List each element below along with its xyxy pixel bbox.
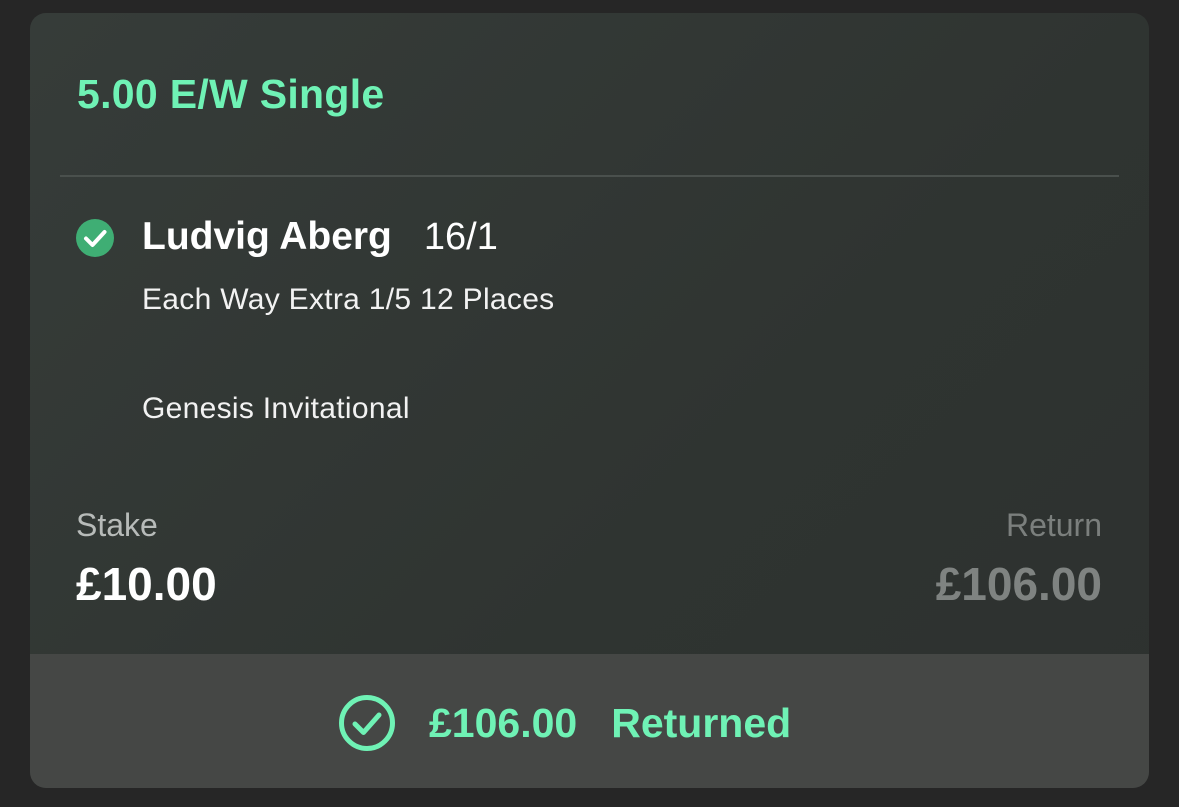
event-name: Genesis Invitational <box>142 392 410 425</box>
stake-value: £10.00 <box>76 558 217 610</box>
selection-odds: 16/1 <box>423 216 498 258</box>
result-summary: £106.00 Returned <box>338 694 791 752</box>
returned-status: Returned <box>611 699 792 746</box>
result-footer: £106.00 Returned <box>30 654 1149 788</box>
selection-name: Ludvig Aberg <box>142 215 392 258</box>
check-circle-filled-icon <box>76 219 114 257</box>
market-name: Each Way Extra 1/5 12 Places <box>142 283 555 316</box>
bet-type-title: 5.00 E/W Single <box>77 71 385 117</box>
stake-label: Stake <box>76 507 158 543</box>
return-value: £106.00 <box>935 558 1102 610</box>
check-circle-outline-icon <box>339 695 395 751</box>
returned-amount: £106.00 <box>429 699 578 746</box>
selection-row: Ludvig Aberg 16/1 <box>142 215 498 259</box>
return-label: Return <box>1005 507 1102 543</box>
bet-card: 5.00 E/W Single Ludvig Aberg 16/1 Each W… <box>30 13 1149 788</box>
divider <box>60 175 1119 177</box>
